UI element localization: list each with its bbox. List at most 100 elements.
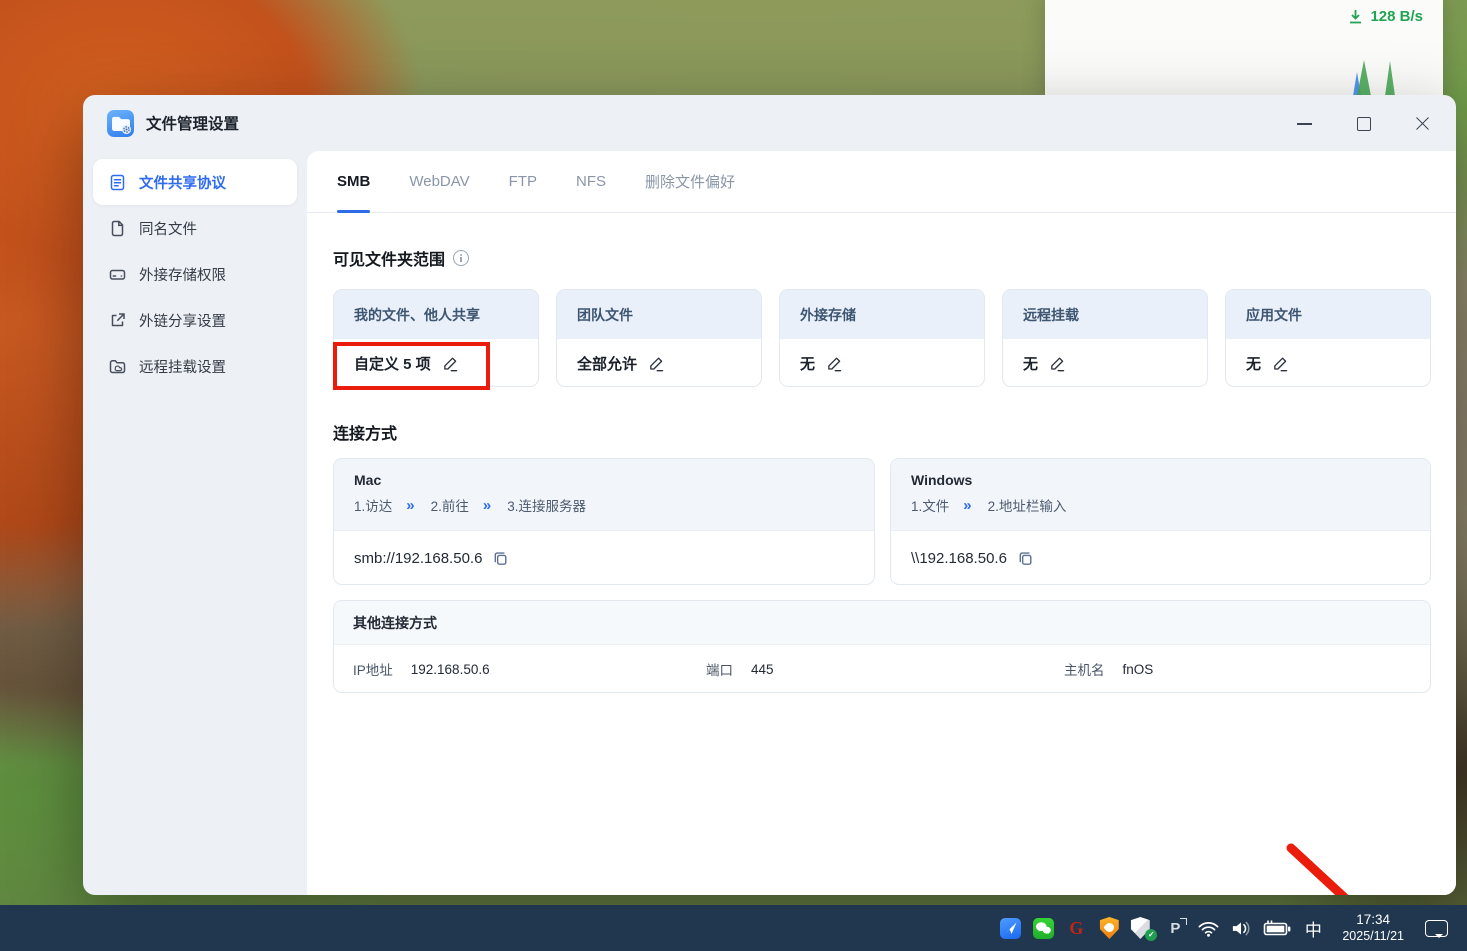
security-check-badge: ✓ [1145, 929, 1158, 941]
copy-icon[interactable] [1017, 550, 1034, 567]
sidebar-item-label: 远程挂载设置 [139, 359, 226, 376]
folder-scope-card-external-storage: 外接存储 无 [779, 289, 985, 387]
share-link-icon [108, 311, 127, 330]
folder-scope-card-my-files: 我的文件、他人共享 自定义 5 项 [333, 289, 539, 387]
other-connection-title: 其他连接方式 [334, 601, 1430, 645]
windows-security-icon[interactable]: ✓ [1130, 913, 1158, 943]
download-speed-value: 128 B/s [1370, 8, 1423, 25]
desktop: 128 B/s 文件管理设置 文件共享协议 同名文件 外接存储权限 外链分享设置… [0, 0, 1467, 951]
pointer-app-icon[interactable] [998, 913, 1022, 943]
maximize-button[interactable] [1356, 116, 1371, 131]
traffic-graph [1353, 60, 1395, 96]
taskbar: G ✓ P 中 17:34 2025/11/21 [0, 905, 1467, 951]
clock-date: 2025/11/21 [1342, 928, 1404, 943]
tab-ftp[interactable]: FTP [509, 151, 537, 213]
visible-folder-cards: 我的文件、他人共享 自定义 5 项 团队文件 全部允许 外接存储 无 远程挂载 … [333, 289, 1431, 387]
card-title: 外接存储 [780, 290, 984, 339]
tab-nfs[interactable]: NFS [576, 151, 606, 213]
ime-indicator[interactable]: 中 [1301, 913, 1325, 943]
port-field: 端口 445 [706, 645, 774, 692]
section-title: 连接方式 [333, 426, 398, 443]
download-speed: 128 B/s [1348, 8, 1423, 25]
g-app-icon[interactable]: G [1064, 913, 1088, 943]
field-label: IP地址 [353, 663, 393, 678]
field-value: fnOS [1122, 661, 1154, 677]
chevrons-icon: » [406, 496, 414, 514]
edit-pencil-icon[interactable] [1272, 355, 1289, 372]
section-connection-methods: 连接方式 [333, 420, 1431, 444]
field-label: 主机名 [1064, 663, 1105, 678]
sidebar-item-external-link-sharing[interactable]: 外链分享设置 [93, 297, 297, 343]
download-icon [1350, 10, 1362, 24]
copy-icon[interactable] [492, 550, 509, 567]
step: 1.文件 [911, 499, 950, 514]
drive-icon [108, 265, 127, 284]
sidebar-item-label: 文件共享协议 [139, 175, 226, 192]
tab-delete-file-preference[interactable]: 删除文件偏好 [645, 151, 735, 213]
info-icon[interactable] [453, 250, 470, 266]
smb-address: smb://192.168.50.6 [354, 549, 483, 567]
titlebar: 文件管理设置 [83, 95, 1456, 151]
chevrons-icon: » [482, 496, 491, 514]
tab-smb[interactable]: SMB [337, 151, 371, 213]
step: 1.访达 [354, 499, 393, 514]
chevrons-icon: » [963, 496, 971, 514]
huorong-security-icon[interactable] [1097, 913, 1121, 943]
card-value: 自定义 5 项 [354, 355, 431, 373]
sidebar-item-remote-mount-settings[interactable]: 远程挂载设置 [93, 343, 297, 389]
tab-webdav[interactable]: WebDAV [409, 151, 469, 213]
card-title: 我的文件、他人共享 [334, 290, 538, 339]
edit-pencil-icon[interactable] [826, 355, 843, 372]
field-value: 445 [751, 661, 774, 677]
close-button[interactable] [1415, 116, 1430, 131]
sidebar-item-file-sharing-protocols[interactable]: 文件共享协议 [93, 159, 297, 205]
other-connection-card: 其他连接方式 IP地址 192.168.50.6 端口 445 主机名 fnOS [333, 600, 1431, 693]
folder-scope-card-app-files: 应用文件 无 [1225, 289, 1431, 387]
sidebar-item-label: 外接存储权限 [139, 267, 226, 284]
file-management-settings-window: 文件管理设置 文件共享协议 同名文件 外接存储权限 外链分享设置 远程挂载设置 … [83, 95, 1456, 895]
sidebar-item-external-storage-permissions[interactable]: 外接存储权限 [93, 251, 297, 297]
section-title: 可见文件夹范围 [333, 252, 446, 269]
card-value: 无 [1023, 355, 1039, 373]
sidebar-item-label: 外链分享设置 [139, 313, 226, 330]
volume-icon[interactable] [1229, 913, 1253, 943]
section-visible-folder-scope: 可见文件夹范围 [333, 246, 1431, 270]
step: 2.前往 [430, 499, 469, 514]
field-label: 端口 [706, 663, 733, 678]
file-icon [108, 219, 127, 238]
g-app-glyph: G [1069, 917, 1084, 938]
sidebar-item-label: 同名文件 [139, 221, 197, 238]
notification-center-icon[interactable] [1419, 913, 1453, 943]
document-icon [108, 173, 127, 192]
protocol-tabs: SMB WebDAV FTP NFS 删除文件偏好 [307, 151, 1456, 213]
clock-time: 17:34 [1356, 911, 1391, 927]
windows-connection-card: Windows 1.文件 » 2.地址栏输入 \\192.168.50.6 [890, 458, 1431, 585]
minimize-button[interactable] [1297, 116, 1312, 131]
clock[interactable]: 17:34 2025/11/21 [1342, 912, 1404, 945]
wechat-icon[interactable] [1031, 913, 1055, 943]
ip-address-field: IP地址 192.168.50.6 [353, 645, 490, 692]
folder-scope-card-remote-mount: 远程挂载 无 [1002, 289, 1208, 387]
connection-steps: 1.访达 » 2.前往 » 3.连接服务器 [354, 495, 854, 515]
folder-scope-card-team-files: 团队文件 全部允许 [556, 289, 762, 387]
edit-pencil-icon[interactable] [648, 355, 665, 372]
window-title: 文件管理设置 [146, 116, 240, 133]
connection-steps: 1.文件 » 2.地址栏输入 [911, 495, 1410, 515]
remote-folder-icon [108, 357, 127, 376]
card-value: 无 [800, 355, 816, 373]
hostname-field: 主机名 fnOS [1064, 645, 1154, 692]
edit-pencil-icon[interactable] [1049, 355, 1066, 372]
step: 2.地址栏输入 [987, 499, 1067, 514]
settings-content: SMB WebDAV FTP NFS 删除文件偏好 可见文件夹范围 我的文件、他… [307, 151, 1456, 895]
card-title: 团队文件 [557, 290, 761, 339]
platform-name: Mac [354, 472, 382, 488]
edit-pencil-icon[interactable] [442, 355, 459, 372]
mac-connection-card: Mac 1.访达 » 2.前往 » 3.连接服务器 smb://192.168.… [333, 458, 875, 585]
wifi-icon[interactable] [1196, 913, 1220, 943]
connection-cards: Mac 1.访达 » 2.前往 » 3.连接服务器 smb://192.168.… [333, 458, 1431, 585]
pixpin-icon[interactable]: P [1163, 913, 1188, 943]
file-manager-app-icon [107, 109, 134, 137]
battery-icon[interactable] [1262, 913, 1292, 943]
card-value: 全部允许 [577, 355, 638, 373]
sidebar-item-same-name-files[interactable]: 同名文件 [93, 205, 297, 251]
